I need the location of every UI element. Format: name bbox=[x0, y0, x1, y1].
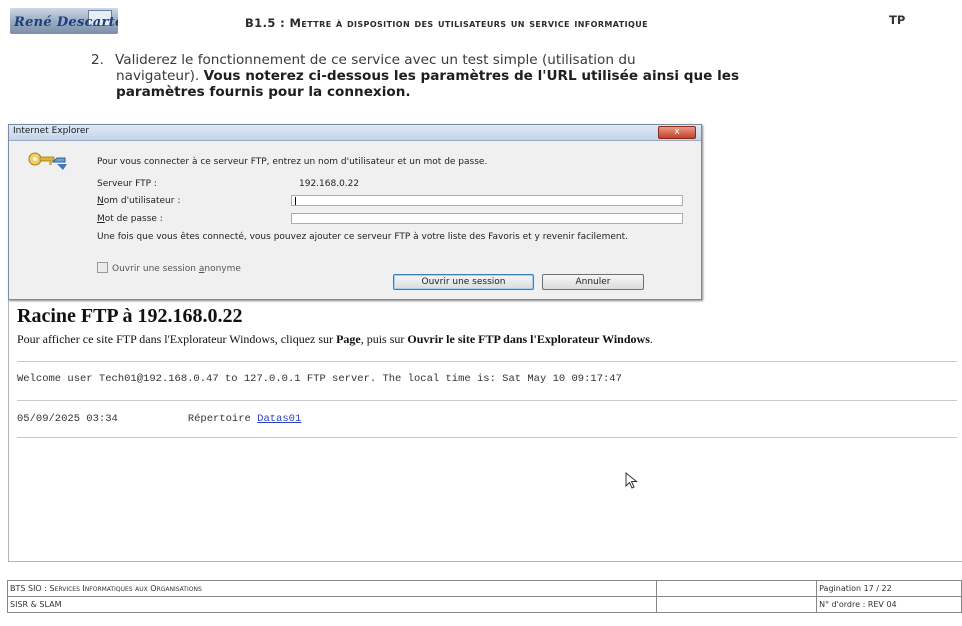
server-label: Serveur FTP : bbox=[97, 179, 157, 189]
logo-text: René Descartes bbox=[14, 15, 118, 30]
dialog-title: Internet Explorer bbox=[13, 126, 90, 136]
username-input[interactable] bbox=[291, 195, 683, 206]
directory-row: 05/09/2025 03:34 Répertoire Datas01 bbox=[17, 413, 301, 425]
text-caret bbox=[295, 197, 296, 205]
ftp-instr-end: . bbox=[649, 332, 653, 346]
anonymous-label-text: Ouvrir une session bbox=[112, 264, 199, 274]
welcome-message: Welcome user Tech01@192.168.0.47 to 127.… bbox=[17, 373, 622, 385]
password-accesskey: M bbox=[97, 214, 105, 224]
dialog-titlebar[interactable]: Internet Explorer x bbox=[9, 125, 701, 141]
server-value: 192.168.0.22 bbox=[299, 179, 360, 189]
login-button[interactable]: Ouvrir une session bbox=[393, 274, 534, 290]
ftp-instr-mid: , puis sur bbox=[360, 332, 408, 346]
password-label: Mot de passe : bbox=[97, 214, 163, 224]
favorites-note: Une fois que vous êtes connecté, vous po… bbox=[97, 232, 628, 242]
instruction-block: 2. Validerez le fonctionnement de ce serv… bbox=[91, 52, 941, 100]
divider bbox=[17, 361, 957, 362]
page-menu-ref: Page bbox=[336, 332, 361, 346]
entry-type: Répertoire bbox=[187, 413, 251, 425]
open-in-explorer-ref: Ouvrir le site FTP dans l'Explorateur Wi… bbox=[407, 332, 650, 346]
ftp-instr-text: Pour afficher ce site FTP dans l'Explora… bbox=[17, 332, 337, 346]
page-footer: BTS SIO : Services Informatiques aux Org… bbox=[6, 580, 962, 613]
footer-pagination: Pagination 17 / 22 bbox=[816, 580, 962, 597]
instruction-text-2: navigateur). bbox=[116, 68, 200, 84]
footer-program: BTS SIO : Services Informatiques aux Org… bbox=[6, 580, 658, 597]
cancel-button[interactable]: Annuler bbox=[542, 274, 644, 290]
keys-icon bbox=[28, 152, 67, 170]
password-input[interactable] bbox=[291, 213, 683, 224]
dialog-prompt: Pour vous connecter à ce serveur FTP, en… bbox=[97, 157, 488, 167]
instruction-continuation: navigateur). Vous noterez ci-dessous les… bbox=[91, 68, 941, 100]
divider bbox=[17, 400, 957, 401]
password-label-text: ot de passe : bbox=[104, 214, 163, 224]
ftp-login-dialog: Internet Explorer x Pour vous connecter … bbox=[8, 124, 702, 300]
instruction-number: 2. bbox=[91, 52, 104, 68]
ftp-heading: Racine FTP à 192.168.0.22 bbox=[17, 305, 243, 327]
school-logo: René Descartes bbox=[10, 8, 118, 34]
instruction-bold-2: paramètres fournis pour la connexion. bbox=[116, 84, 411, 100]
checkbox-box[interactable] bbox=[97, 262, 108, 273]
username-accesskey: N bbox=[97, 196, 104, 206]
instruction-text: Validerez le fonctionnement de ce servic… bbox=[115, 52, 636, 68]
instruction-bold: Vous noterez ci-dessous les paramètres d… bbox=[203, 68, 740, 84]
close-button[interactable]: x bbox=[658, 126, 696, 139]
footer-empty-cell bbox=[656, 596, 818, 613]
username-label: Nom d'utilisateur : bbox=[97, 196, 180, 206]
ftp-instructions: Pour afficher ce site FTP dans l'Explora… bbox=[17, 333, 952, 346]
entry-date: 05/09/2025 03:34 bbox=[17, 413, 118, 425]
anonymous-login-checkbox[interactable]: Ouvrir une session anonyme bbox=[97, 262, 241, 274]
anonymous-label-rest: nonyme bbox=[204, 264, 241, 274]
footer-empty-cell bbox=[656, 580, 818, 597]
divider bbox=[17, 437, 957, 438]
document-title: B1.5 : Mettre à disposition des utilisat… bbox=[245, 16, 648, 30]
mouse-cursor-icon bbox=[625, 472, 638, 489]
document-tag: TP bbox=[889, 13, 906, 27]
directory-link[interactable]: Datas01 bbox=[257, 413, 301, 425]
username-label-text: om d'utilisateur : bbox=[103, 196, 181, 206]
footer-option: SISR & SLAM bbox=[6, 596, 658, 613]
footer-revision: N° d'ordre : REV 04 bbox=[816, 596, 962, 613]
